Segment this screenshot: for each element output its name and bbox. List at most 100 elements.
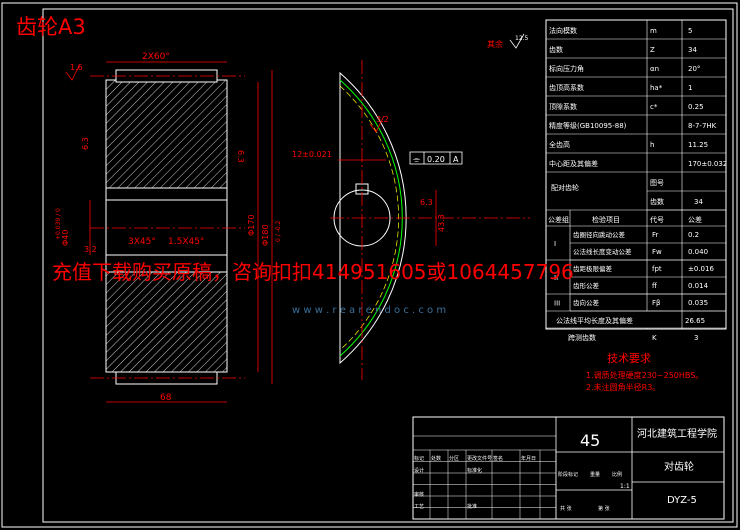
hatch-lower xyxy=(105,271,228,373)
param-sym: m xyxy=(650,27,657,35)
check-item-name: 齿向公差 xyxy=(573,298,600,307)
check-item-sym: fpt xyxy=(652,265,662,273)
rough-rest-label: 其余 xyxy=(487,39,503,49)
tech-line-1: 1.调质处理硬度230~250HBS。 xyxy=(586,370,703,380)
param-table: 法向模数 m 5 齿数 Z 34 标向压力角 αn 20° 齿顶高系数 ha* 1 顶隙系数 c* 0.25… xyxy=(545,19,727,342)
title-block: 45 河北建筑工程学院 对齿轮 DYZ-5 1:1 标记 处数 分区 更改文件号 签名 年… xyxy=(412,416,725,520)
param-val: 1 xyxy=(688,84,692,92)
chamfer-lower2: 1.5X45° xyxy=(168,237,204,247)
title-block-label: 标记 xyxy=(414,455,424,462)
title-block-label: 审核 xyxy=(414,491,424,498)
title-block-label: 更改文件号 xyxy=(467,455,492,462)
tol-value: 0.20 xyxy=(427,155,445,164)
hatch-upper xyxy=(105,79,228,189)
check-item-name: 齿圈径向跳动公差 xyxy=(573,230,626,239)
param-name: 齿顶高系数 xyxy=(549,83,584,92)
param-val: 34 xyxy=(688,46,697,54)
check-item-val: 0.040 xyxy=(688,248,708,256)
dim-width: 68 xyxy=(160,393,172,403)
param-sym: αn xyxy=(650,65,659,73)
param-name: 法向模数 xyxy=(549,26,577,35)
title-block-label: 签名 xyxy=(493,455,503,462)
keyway-depth: 43.3 xyxy=(437,214,446,232)
dim-tip: Φ180 xyxy=(261,224,270,246)
title-block-label: 批准 xyxy=(467,503,477,510)
param-val: 8-7-7HK xyxy=(688,122,717,130)
group-label: I xyxy=(554,240,556,248)
param-name: 精度等级(GB10095-88) xyxy=(549,121,627,130)
param-val: 5 xyxy=(688,27,692,35)
check-item-val: 0.014 xyxy=(688,282,709,290)
rough-bore2: 6.3 xyxy=(420,198,433,207)
span-val: 3 xyxy=(694,334,698,342)
title-block-label: 比例 xyxy=(612,471,622,478)
title-block-label: 重量 xyxy=(590,471,600,478)
span-label: 跨测齿数 xyxy=(568,333,596,342)
title-block-label: 年月日 xyxy=(521,455,536,462)
drawing-title: 齿轮A3 xyxy=(16,15,86,39)
pair-label: 配对齿轮 xyxy=(551,183,579,192)
check-item-sym: Fw xyxy=(652,248,662,256)
pair-row-name: 齿数 xyxy=(650,197,664,206)
pair-row-name: 图号 xyxy=(650,179,664,187)
title-drawing-no: DYZ-5 xyxy=(667,495,697,506)
cad-drawing: 齿轮A3 2X60° 1.6 6.3 3.2 6.3 3X45° 1.5X45° xyxy=(1,2,738,528)
param-sym: Z xyxy=(650,46,655,54)
roughness-right: 6.3 xyxy=(236,150,245,163)
chamfer-top: 2X60° xyxy=(142,52,170,62)
tech-line-2: 2.未注圆角半径R3。 xyxy=(586,382,660,392)
param-val: 0.25 xyxy=(688,103,704,111)
title-block-label: 阶段标记 xyxy=(558,471,578,478)
param-name: 标向压力角 xyxy=(549,64,584,73)
title-block-label: 处数 xyxy=(431,455,441,462)
title-material: 45 xyxy=(580,431,600,450)
dim-tip-tol: 0 / -0.2 xyxy=(275,220,282,242)
param-sym: h xyxy=(650,141,654,149)
watermark-url: w w w . r e a r e n d o c . c o m xyxy=(292,305,446,316)
roughness-bore: 6.3 xyxy=(81,137,90,150)
group-header: 公差组 xyxy=(548,215,569,224)
param-val: 11.25 xyxy=(688,141,708,149)
param-val: 170±0.032 xyxy=(688,160,727,168)
title-part-name: 对齿轮 xyxy=(664,460,694,473)
title-school: 河北建筑工程学院 xyxy=(637,427,717,440)
check-item-val: ±0.016 xyxy=(688,265,714,273)
keyway-width: 12±0.021 xyxy=(292,150,332,159)
span-sym: K xyxy=(652,334,657,342)
side-view: 12±0.021 ⌯ 0.20 A 3.2 6.3 43.3 xyxy=(292,60,530,380)
check-item-name: 公法线长度变动公差 xyxy=(573,247,632,256)
check-item-val: 0.035 xyxy=(688,299,708,307)
front-view: 2X60° 1.6 6.3 3.2 6.3 3X45° 1.5X45° Φ40 … xyxy=(55,52,282,403)
tol-header: 公差 xyxy=(688,215,702,224)
param-sym: ha* xyxy=(650,84,663,92)
title-block-label: 设计 xyxy=(414,467,424,474)
wk-val: 26.65 xyxy=(685,317,705,325)
title-block-label: 工艺 xyxy=(414,504,424,510)
code-header: 代号 xyxy=(650,215,664,224)
param-sym: c* xyxy=(650,103,658,111)
title-block-label: 分区 xyxy=(449,455,459,462)
pair-row-val: 34 xyxy=(694,198,703,206)
param-val: 20° xyxy=(688,65,700,73)
check-item-name: 齿形公差 xyxy=(573,281,600,290)
param-name: 中心距及其偏差 xyxy=(549,159,598,168)
check-item-name: 齿距极限偏差 xyxy=(573,264,613,273)
chamfer-lower: 3X45° xyxy=(128,237,156,247)
tol-symbol: ⌯ xyxy=(413,155,421,165)
check-item-sym: ff xyxy=(652,282,657,290)
watermark-text: 充值下载购买原稿，咨询扣扣414951605或1064457796 xyxy=(52,260,574,284)
title-block-label: 共 张 xyxy=(560,505,572,512)
check-item-val: 0.2 xyxy=(688,231,699,239)
title-block-label: 第 张 xyxy=(598,505,610,512)
dim-root: Φ170 xyxy=(247,214,256,236)
check-item-sym: Fr xyxy=(652,231,659,239)
param-name: 齿数 xyxy=(549,45,563,54)
group-label: III xyxy=(554,300,560,308)
wk-label: 公法线平均长度及其偏差 xyxy=(556,316,633,325)
param-name: 全齿高 xyxy=(549,140,570,149)
dim-bore: Φ40 xyxy=(61,230,70,246)
dim-bore-tol: +0.039 / 0 xyxy=(55,208,62,240)
check-header: 检验项目 xyxy=(592,215,620,224)
title-scale: 1:1 xyxy=(620,483,630,490)
tol-datum: A xyxy=(453,155,459,164)
